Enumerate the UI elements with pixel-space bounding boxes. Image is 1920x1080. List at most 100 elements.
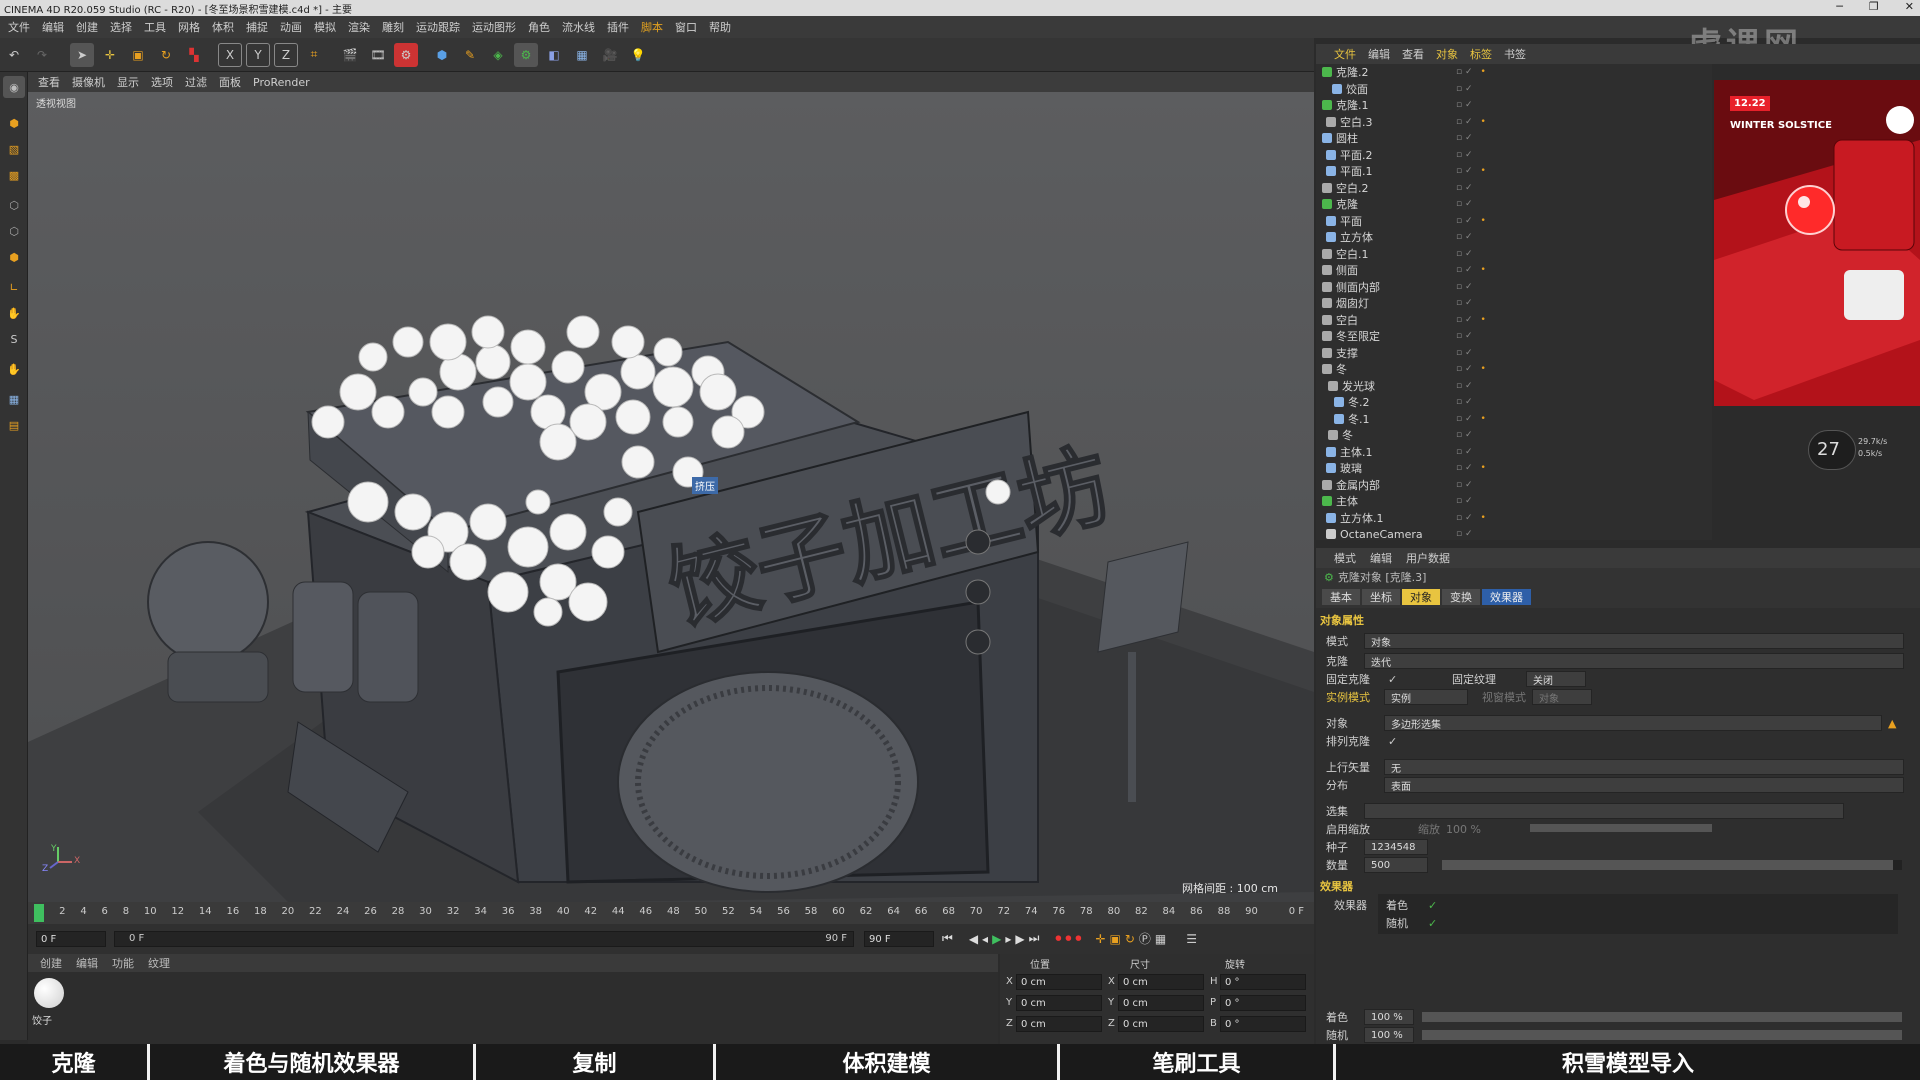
menu-script[interactable]: 脚本 [641,19,663,35]
om-menu-view[interactable]: 查看 [1402,46,1424,62]
size-z-field[interactable]: 0 cm [1118,1016,1204,1032]
scale-value[interactable]: 100 % [1446,820,1481,838]
menu-pipeline[interactable]: 流水线 [562,19,595,35]
visibility-toggle-icon[interactable]: ▫ ✓ [1456,381,1473,391]
playhead[interactable] [34,904,44,922]
visibility-toggle-icon[interactable]: ▫ ✓ [1456,331,1473,341]
strength-random-field[interactable]: 100 % [1364,1027,1414,1043]
visibility-toggle-icon[interactable]: ▫ ✓ [1456,166,1473,176]
move-icon[interactable]: ✛ [98,43,122,67]
edges-mode-icon[interactable]: ⬡ [3,220,25,242]
tab-effectors[interactable]: 效果器 [1482,589,1531,605]
object-row[interactable]: 侧面 [1316,262,1456,279]
visibility-toggle-icon[interactable]: ▫ ✓ [1456,265,1473,275]
texture-mode-icon[interactable]: ▧ [3,138,25,160]
effector-item-shader[interactable]: 着色 [1386,896,1408,914]
tag-icon[interactable]: • [1481,166,1486,176]
menu-mograph[interactable]: 运动图形 [472,19,516,35]
seed-field[interactable]: 1234548 [1364,839,1428,855]
polygons-mode-icon[interactable]: ⬢ [3,246,25,268]
menu-edit[interactable]: 编辑 [42,19,64,35]
tweak-mode-icon[interactable]: ✋ [3,302,25,324]
object-row[interactable]: 平面.2 [1316,147,1456,164]
deformer-icon[interactable]: ◧ [542,43,566,67]
object-row[interactable]: 冬 [1316,427,1456,444]
axis-mode-icon[interactable]: ∟ [3,276,25,298]
object-row[interactable]: 立方体.1 [1316,510,1456,527]
size-x-field[interactable]: 0 cm [1118,974,1204,990]
object-row[interactable]: 圆柱 [1316,130,1456,147]
z-axis-lock-icon[interactable]: Z [274,42,298,67]
keyframe-selection-icon[interactable]: ⏺ [1075,931,1081,946]
object-row[interactable]: 空白.2 [1316,180,1456,197]
menu-character[interactable]: 角色 [528,19,550,35]
next-frame-icon[interactable]: ▸ [1005,932,1011,946]
render-picture-viewer-icon[interactable]: 🎞 [366,43,390,67]
camera-icon[interactable]: 🎥 [598,43,622,67]
menu-snap[interactable]: 捕捉 [246,19,268,35]
object-row[interactable]: 冬.2 [1316,394,1456,411]
render-view-icon[interactable]: 🎬 [338,43,362,67]
caption-clone[interactable]: 克隆 [0,1044,150,1080]
material-menu-texture[interactable]: 纹理 [148,955,170,971]
object-row[interactable]: 克隆.1 [1316,97,1456,114]
tab-coord[interactable]: 坐标 [1362,589,1400,605]
select-arrow-icon[interactable]: ➤ [70,42,94,67]
tab-basic[interactable]: 基本 [1322,589,1360,605]
object-row[interactable]: 立方体 [1316,229,1456,246]
visibility-toggle-icon[interactable]: ▫ ✓ [1456,84,1473,94]
key-scale-icon[interactable]: ▣ [1110,932,1121,946]
caption-snow-import[interactable]: 积雪模型导入 [1336,1044,1920,1080]
mograph-cloner-icon[interactable]: ⚙ [514,42,538,67]
frame-end-field[interactable]: 90 F [864,931,934,947]
visibility-toggle-icon[interactable]: ▫ ✓ [1456,216,1473,226]
perspective-viewport[interactable]: 饺子加工坊 透视视图 挤压 Y Z X 网格间距: 100 cm [28,92,1314,902]
goto-end-icon[interactable]: ⏭ [1029,931,1040,946]
key-pla-icon[interactable]: ▦ [1155,932,1166,946]
menu-file[interactable]: 文件 [8,19,30,35]
menu-animate[interactable]: 动画 [280,19,302,35]
goto-start-icon[interactable]: ⏮ [942,931,953,946]
key-rotation-icon[interactable]: ↻ [1125,932,1135,946]
menu-render[interactable]: 渲染 [348,19,370,35]
viewport-menu-display[interactable]: 显示 [117,74,139,90]
object-row[interactable]: 发光球 [1316,378,1456,395]
om-menu-edit[interactable]: 编辑 [1368,46,1390,62]
menu-volume[interactable]: 体积 [212,19,234,35]
tag-icon[interactable]: • [1481,265,1486,275]
position-x-field[interactable]: 0 cm [1016,974,1102,990]
strength-shader-field[interactable]: 100 % [1364,1009,1414,1025]
instance-mode-dropdown[interactable]: 实例 [1384,689,1468,705]
coordinate-system-icon[interactable]: ⌗ [302,43,326,67]
workplane-mode-icon[interactable]: ▩ [3,164,25,186]
tag-icon[interactable]: • [1481,463,1486,473]
object-row[interactable]: 支撑 [1316,345,1456,362]
count-field[interactable]: 500 [1364,857,1428,873]
planar-workplane-icon[interactable]: ▦ [3,388,25,410]
visibility-toggle-icon[interactable]: ▫ ✓ [1456,117,1473,127]
key-param-icon[interactable]: Ⓟ [1139,930,1151,947]
effector-item-random[interactable]: 随机 [1386,914,1408,932]
selection-field[interactable] [1364,803,1844,819]
solo-icon[interactable]: ▤ [3,414,25,436]
pen-spline-icon[interactable]: ✎ [458,43,482,67]
record-icon[interactable]: ⏺ [1055,931,1061,946]
scale-slider[interactable] [1530,824,1712,832]
visibility-toggle-icon[interactable]: ▫ ✓ [1456,463,1473,473]
material-swatch-dumpling[interactable] [34,978,64,1008]
recent-tool-icon[interactable]: ▚ [182,43,206,67]
visibility-toggle-icon[interactable]: ▫ ✓ [1456,183,1473,193]
object-row[interactable]: 主体 [1316,493,1456,510]
visibility-toggle-icon[interactable]: ▫ ✓ [1456,447,1473,457]
object-row[interactable]: 空白 [1316,312,1456,329]
tag-icon[interactable]: • [1481,216,1486,226]
visibility-toggle-icon[interactable]: ▫ ✓ [1456,232,1473,242]
object-row[interactable]: 侧面内部 [1316,279,1456,296]
object-row[interactable]: 烟囱灯 [1316,295,1456,312]
om-menu-objects[interactable]: 对象 [1436,46,1458,62]
viewport-menu-panel[interactable]: 面板 [219,74,241,90]
am-menu-edit[interactable]: 编辑 [1370,550,1392,566]
material-menu-edit[interactable]: 编辑 [76,955,98,971]
timeline-menu-icon[interactable]: ☰ [1186,932,1197,946]
menu-mesh[interactable]: 网格 [178,19,200,35]
